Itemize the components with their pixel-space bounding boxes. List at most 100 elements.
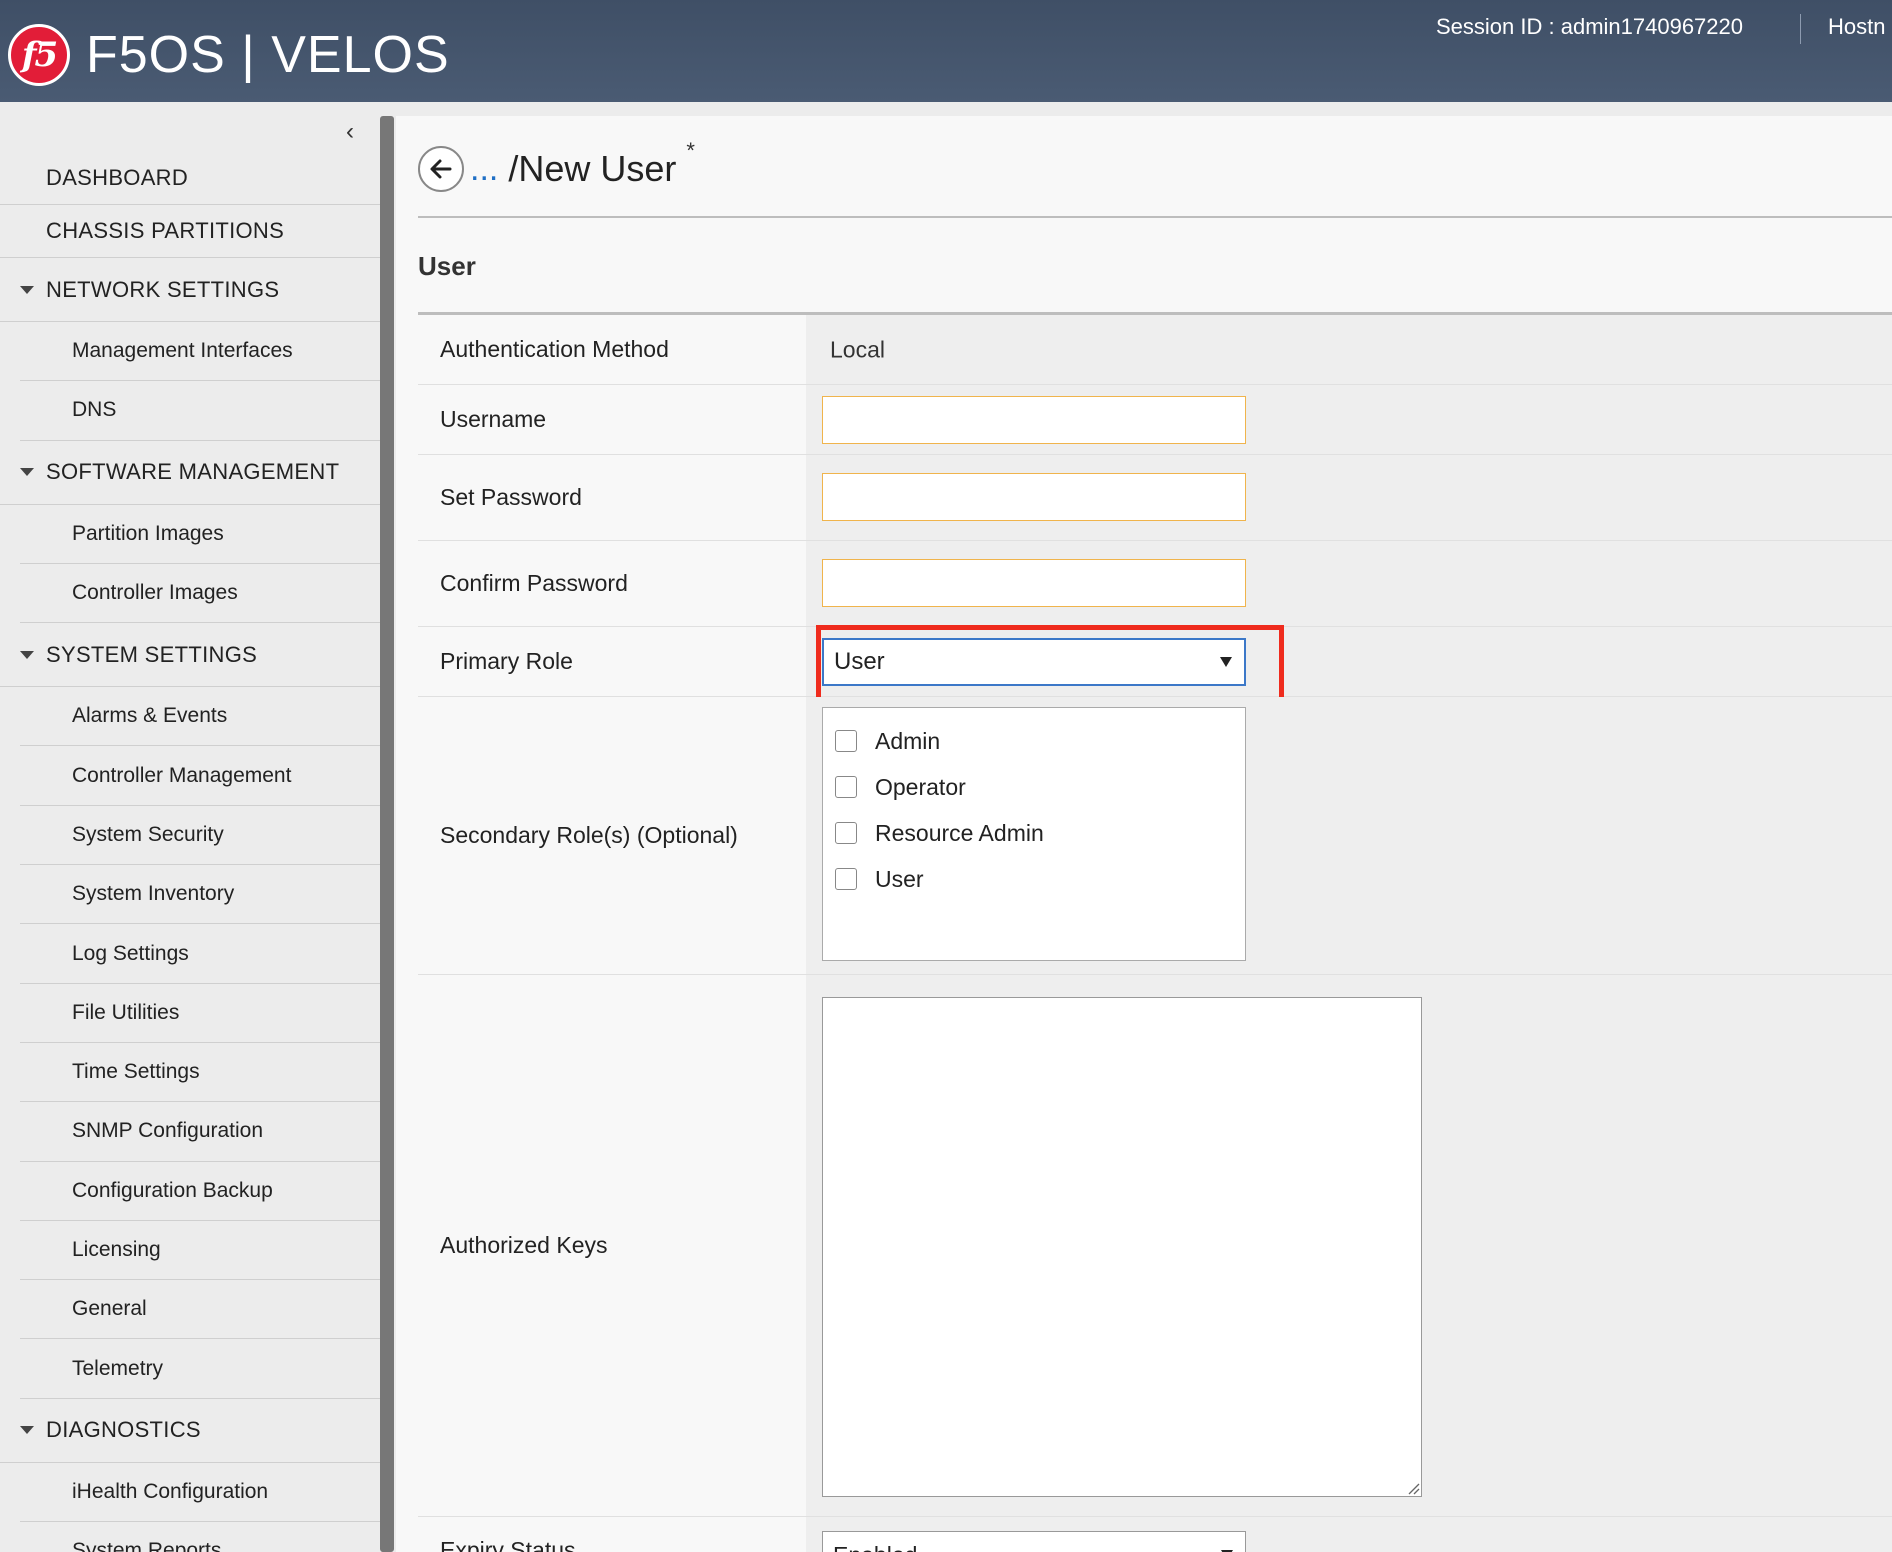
sidebar-item-system-reports[interactable]: System Reports [20, 1522, 380, 1552]
title-divider [418, 216, 1892, 218]
new-user-form: Authentication Method Local Username Set… [418, 315, 1892, 1552]
f5-logo: f5 [8, 24, 70, 86]
secondary-role-resource-admin[interactable]: Resource Admin [823, 810, 1245, 856]
expiry-status-cell: Enabled [806, 1517, 1892, 1552]
resize-handle-icon[interactable] [1406, 1481, 1420, 1495]
set-password-input[interactable] [822, 473, 1246, 521]
checkbox[interactable] [835, 730, 857, 752]
page-header: ... /New User * [418, 138, 695, 192]
product-name: F5OS | VELOS [86, 26, 450, 84]
option-label: User [875, 865, 924, 892]
sidebar-item-dns[interactable]: DNS [20, 381, 380, 441]
checkbox[interactable] [835, 822, 857, 844]
sidebar-section-network-settings[interactable]: NETWORK SETTINGS [0, 258, 380, 322]
option-label: Operator [875, 773, 966, 800]
primary-role-value: User [834, 648, 885, 675]
auth-method-label: Authentication Method [418, 315, 806, 384]
sidebar-item-snmp-configuration[interactable]: SNMP Configuration [20, 1102, 380, 1162]
sidebar-item-licensing[interactable]: Licensing [20, 1221, 380, 1281]
sidebar-item-general[interactable]: General [20, 1280, 380, 1340]
username-input[interactable] [822, 396, 1246, 444]
sidebar-section-system-settings[interactable]: SYSTEM SETTINGS [0, 623, 380, 688]
authorized-keys-cell [806, 975, 1892, 1516]
sidebar-item-dashboard[interactable]: DASHBOARD [0, 152, 380, 205]
sidebar-item-management-interfaces[interactable]: Management Interfaces [20, 322, 380, 382]
confirm-password-label: Confirm Password [418, 541, 806, 626]
main-content: ... /New User * User Authentication Meth… [396, 116, 1892, 1552]
sidebar-nav: DASHBOARD CHASSIS PARTITIONS NETWORK SET… [0, 152, 380, 1552]
sidebar-item-time-settings[interactable]: Time Settings [20, 1043, 380, 1103]
primary-role-select[interactable]: User [816, 625, 1284, 705]
sidebar-section-software-management[interactable]: SOFTWARE MANAGEMENT [0, 441, 380, 505]
checkbox[interactable] [835, 868, 857, 890]
form-row-authorized-keys: Authorized Keys [418, 975, 1892, 1517]
arrow-left-icon [430, 159, 452, 179]
expiry-status-select[interactable]: Enabled [822, 1531, 1246, 1552]
primary-role-cell: User [806, 625, 1892, 705]
confirm-password-cell [806, 541, 1892, 626]
auth-method-cell: Local [806, 315, 1892, 384]
secondary-roles-cell: Admin Operator Resource Admin User [806, 697, 1892, 974]
sidebar-item-controller-images[interactable]: Controller Images [20, 564, 380, 624]
sidebar-item-chassis-partitions[interactable]: CHASSIS PARTITIONS [0, 205, 380, 258]
section-label: NETWORK SETTINGS [46, 276, 280, 302]
brand: f5 F5OS | VELOS [8, 24, 450, 86]
username-cell [806, 385, 1892, 454]
form-row-primary-role: Primary Role User [418, 625, 1892, 705]
form-row-confirm-password: Confirm Password [418, 541, 1892, 627]
form-row-username: Username [418, 385, 1892, 455]
caret-down-icon [20, 285, 34, 294]
form-row-secondary-roles: Secondary Role(s) (Optional) Admin Opera… [418, 697, 1892, 975]
section-label: DIAGNOSTICS [46, 1417, 201, 1443]
checkbox[interactable] [835, 776, 857, 798]
secondary-roles-label: Secondary Role(s) (Optional) [418, 697, 806, 974]
sidebar-section-diagnostics[interactable]: DIAGNOSTICS [0, 1399, 380, 1463]
highlight-box [816, 625, 1284, 705]
set-password-cell [806, 455, 1892, 540]
sidebar: ‹ DASHBOARD CHASSIS PARTITIONS NETWORK S… [0, 102, 380, 1552]
sidebar-item-system-security[interactable]: System Security [20, 806, 380, 866]
authorized-keys-label: Authorized Keys [418, 975, 806, 1516]
section-title: User [418, 251, 476, 281]
option-label: Admin [875, 727, 941, 754]
page-title: /New User [508, 148, 677, 189]
form-row-set-password: Set Password [418, 455, 1892, 541]
secondary-role-operator[interactable]: Operator [823, 764, 1245, 810]
sidebar-item-alarms-events[interactable]: Alarms & Events [20, 687, 380, 747]
section-label: SYSTEM SETTINGS [46, 641, 258, 667]
option-label: Resource Admin [875, 819, 1044, 846]
auth-method-value: Local [830, 336, 885, 362]
primary-role-label: Primary Role [418, 627, 806, 696]
unsaved-marker: * [686, 138, 695, 163]
form-row-auth-method: Authentication Method Local [418, 315, 1892, 385]
authorized-keys-textarea[interactable] [822, 997, 1422, 1497]
breadcrumb-ellipsis-link[interactable]: ... [470, 150, 498, 189]
sidebar-item-system-inventory[interactable]: System Inventory [20, 865, 380, 925]
username-label: Username [418, 385, 806, 454]
collapse-sidebar-chevron-icon[interactable]: ‹ [346, 118, 354, 146]
dropdown-arrow-icon [1220, 657, 1232, 667]
back-button[interactable] [418, 146, 464, 192]
session-id: Session ID : admin1740967220 [1436, 14, 1743, 39]
form-row-expiry-status: Expiry Status Enabled [418, 1517, 1892, 1552]
secondary-roles-list: Admin Operator Resource Admin User [822, 707, 1246, 961]
sidebar-item-file-utilities[interactable]: File Utilities [20, 984, 380, 1043]
caret-down-icon [20, 1426, 34, 1435]
sidebar-item-log-settings[interactable]: Log Settings [20, 924, 380, 984]
expiry-status-label: Expiry Status [418, 1517, 806, 1552]
sidebar-item-partition-images[interactable]: Partition Images [20, 505, 380, 564]
sidebar-scrollbar[interactable] [380, 116, 394, 1552]
section-label: SOFTWARE MANAGEMENT [46, 459, 340, 485]
top-header: f5 F5OS | VELOS Session ID : admin174096… [0, 0, 1892, 102]
set-password-label: Set Password [418, 455, 806, 540]
confirm-password-input[interactable] [822, 559, 1246, 607]
sidebar-item-controller-management[interactable]: Controller Management [20, 746, 380, 806]
header-divider [1800, 14, 1801, 44]
secondary-role-admin[interactable]: Admin [823, 718, 1245, 764]
sidebar-item-ihealth-configuration[interactable]: iHealth Configuration [20, 1463, 380, 1523]
sidebar-item-telemetry[interactable]: Telemetry [20, 1339, 380, 1399]
secondary-role-user[interactable]: User [823, 856, 1245, 902]
expiry-status-value: Enabled [833, 1542, 917, 1552]
sidebar-item-configuration-backup[interactable]: Configuration Backup [20, 1162, 380, 1221]
caret-down-icon [20, 650, 34, 659]
